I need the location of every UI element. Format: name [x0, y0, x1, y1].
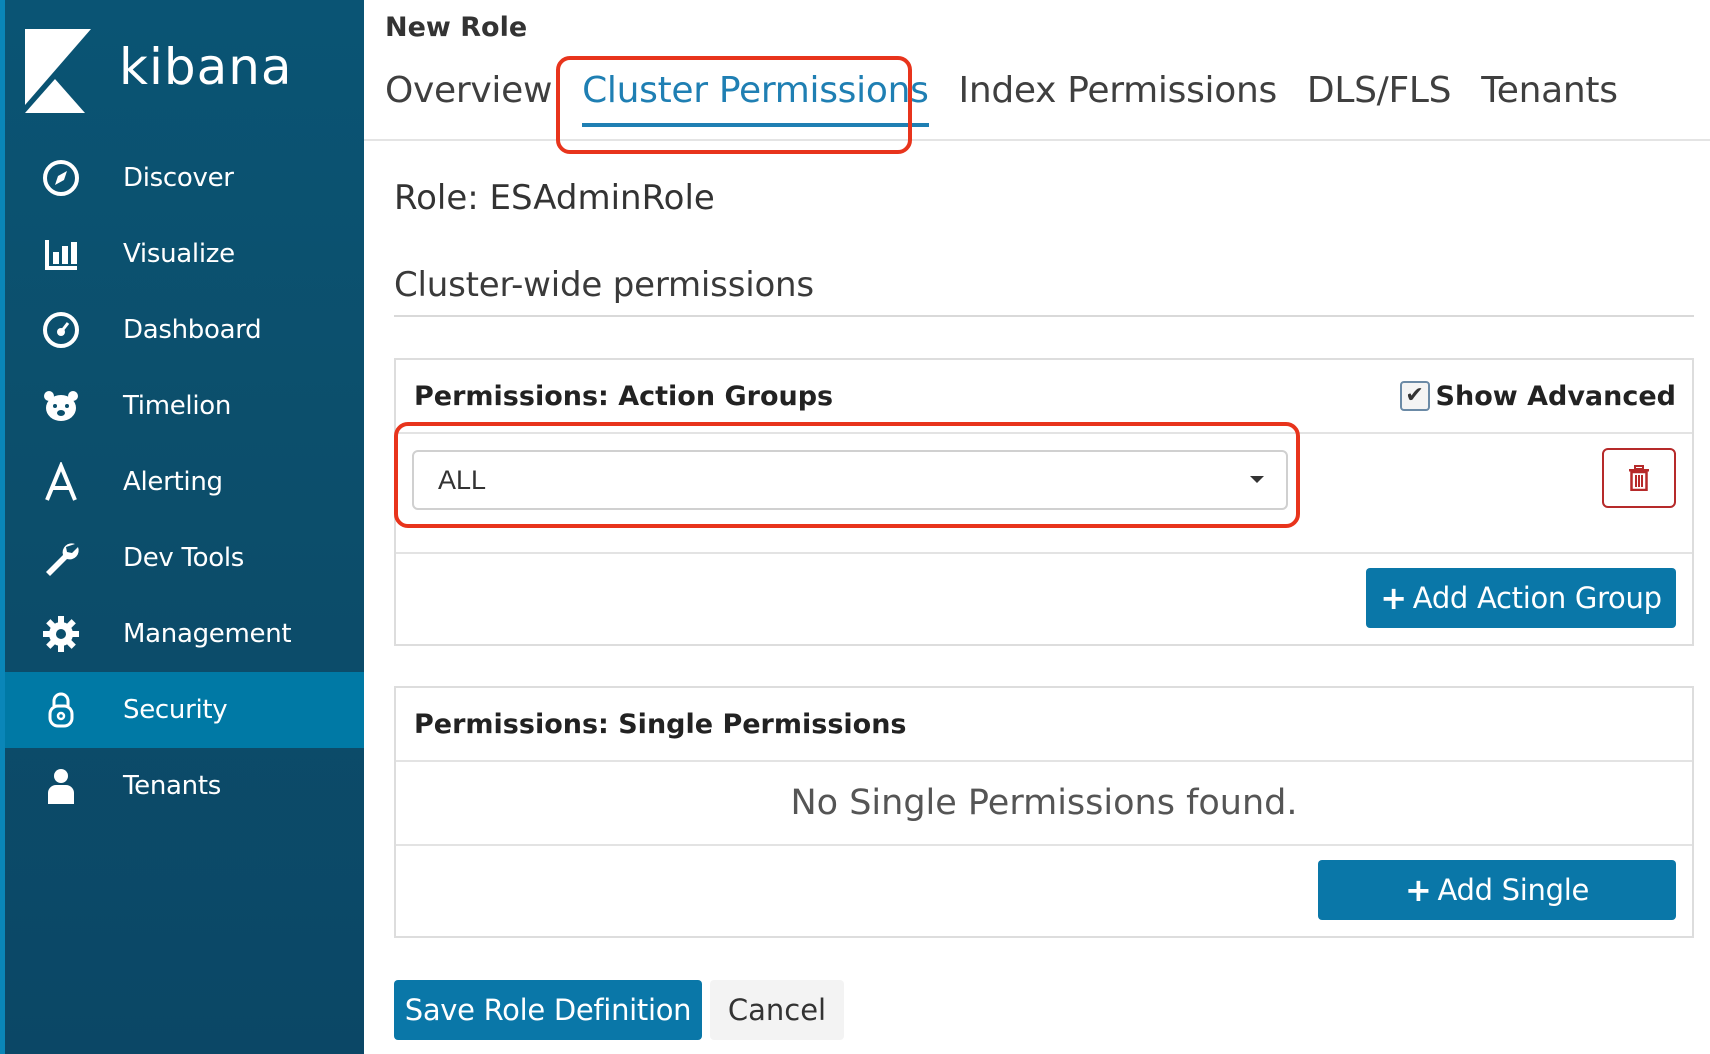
action-group-selected-value: ALL — [438, 464, 487, 495]
add-action-group-button[interactable]: + Add Action Group — [1366, 568, 1676, 628]
single-permissions-title: Permissions: Single Permissions — [414, 708, 907, 740]
sidebar-item-dev-tools[interactable]: Dev Tools — [5, 520, 364, 596]
section-title: Cluster-wide permissions — [394, 265, 814, 305]
tab-dls-fls[interactable]: DLS/FLS — [1307, 70, 1452, 123]
sidebar-item-label: Discover — [123, 163, 234, 193]
sidebar-item-timelion[interactable]: Timelion — [5, 368, 364, 444]
sidebar-item-discover[interactable]: Discover — [5, 140, 364, 216]
sidebar-item-visualize[interactable]: Visualize — [5, 216, 364, 292]
sidebar-item-label: Tenants — [123, 771, 221, 801]
sidebar-item-label: Management — [123, 619, 292, 649]
sidebar-item-label: Timelion — [123, 391, 232, 421]
action-groups-header: Permissions: Action Groups ✔ Show Advanc… — [396, 360, 1692, 434]
app-root: kibana Discover Visualize Dashboard Time… — [0, 0, 1710, 1054]
sidebar-item-tenants[interactable]: Tenants — [5, 748, 364, 824]
delete-action-group-button[interactable] — [1602, 448, 1676, 508]
bear-icon — [39, 384, 83, 428]
user-icon — [39, 764, 83, 808]
cancel-button[interactable]: Cancel — [710, 980, 844, 1040]
sidebar-item-label: Dev Tools — [123, 543, 245, 573]
sidebar-item-management[interactable]: Management — [5, 596, 364, 672]
sidebar-item-label: Security — [123, 695, 228, 725]
wrench-icon — [39, 536, 83, 580]
dashboard-icon — [39, 308, 83, 352]
sidebar-item-label: Visualize — [123, 239, 235, 269]
trash-icon — [1629, 465, 1649, 491]
sidebar-item-security[interactable]: Security — [5, 672, 364, 748]
action-groups-title: Permissions: Action Groups — [414, 380, 834, 412]
page-title: New Role — [385, 12, 528, 43]
action-group-select[interactable]: ALL — [412, 450, 1288, 510]
single-permissions-actions: + Add Single — [396, 846, 1692, 936]
role-title: Role: ESAdminRole — [394, 178, 715, 218]
save-role-button[interactable]: Save Role Definition — [394, 980, 702, 1040]
single-permissions-empty-message: No Single Permissions found. — [396, 762, 1692, 846]
sidebar-item-label: Dashboard — [123, 315, 262, 345]
tab-tenants[interactable]: Tenants — [1481, 70, 1618, 123]
tab-bar: Overview Cluster Permissions Index Permi… — [385, 70, 1648, 127]
sidebar-item-label: Alerting — [123, 467, 223, 497]
sidebar-nav: Discover Visualize Dashboard Timelion Al… — [5, 140, 364, 824]
alerting-icon — [39, 460, 83, 504]
single-permissions-header: Permissions: Single Permissions — [396, 688, 1692, 762]
kibana-logo[interactable]: kibana — [25, 26, 325, 116]
add-action-group-label: Add Action Group — [1412, 581, 1662, 615]
section-divider — [394, 315, 1694, 317]
plus-icon: + — [1380, 579, 1407, 617]
show-advanced-checkbox[interactable]: ✔ — [1399, 381, 1430, 411]
plus-icon: + — [1404, 871, 1432, 909]
add-single-label: Add Single — [1437, 873, 1590, 907]
gear-icon — [39, 612, 83, 656]
add-single-button[interactable]: + Add Single — [1318, 860, 1676, 920]
show-advanced-label: Show Advanced — [1435, 380, 1676, 412]
action-groups-panel: Permissions: Action Groups ✔ Show Advanc… — [394, 358, 1694, 646]
sidebar-item-dashboard[interactable]: Dashboard — [5, 292, 364, 368]
sidebar-item-alerting[interactable]: Alerting — [5, 444, 364, 520]
tab-overview[interactable]: Overview — [385, 70, 552, 123]
caret-down-icon — [1250, 476, 1264, 483]
bar-chart-icon — [39, 232, 83, 276]
show-advanced-toggle[interactable]: ✔ Show Advanced — [1399, 380, 1676, 412]
tab-index-permissions[interactable]: Index Permissions — [959, 70, 1278, 123]
compass-icon — [39, 156, 83, 200]
kibana-logo-icon — [25, 29, 91, 113]
action-group-row: ALL — [396, 434, 1692, 554]
logo-text: kibana — [119, 38, 293, 96]
action-group-actions: + Add Action Group — [396, 554, 1692, 644]
lock-icon — [39, 688, 83, 732]
main-content: New Role Overview Cluster Permissions In… — [364, 0, 1710, 1054]
single-permissions-panel: Permissions: Single Permissions No Singl… — [394, 686, 1694, 938]
tab-cluster-permissions[interactable]: Cluster Permissions — [582, 70, 929, 127]
tabs-divider — [364, 139, 1710, 141]
sidebar: kibana Discover Visualize Dashboard Time… — [0, 0, 364, 1054]
